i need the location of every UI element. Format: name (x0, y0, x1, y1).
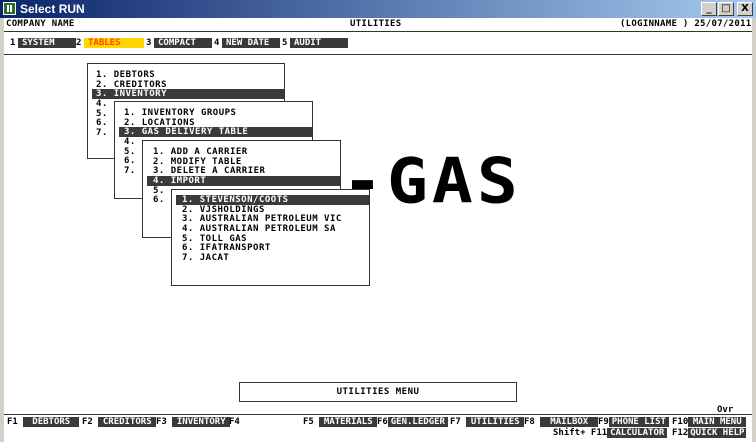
fkey-f4[interactable]: F4 (229, 417, 305, 427)
carrier-item-stevenson-coots[interactable]: 1. STEVENSON/COOTS (176, 195, 369, 205)
footer-divider (4, 414, 752, 415)
close-button[interactable]: X (737, 2, 753, 16)
inventory-item-gas-delivery[interactable]: 3. GAS DELIVERY TABLE (119, 127, 312, 137)
menu-system[interactable]: 1 SYSTEM (10, 38, 76, 48)
menubar-divider (4, 54, 752, 55)
fkey-f12[interactable]: F12 QUICK HELP (672, 428, 747, 438)
inventory-item-6[interactable]: 6. (124, 156, 136, 166)
minimize-button[interactable]: _ (701, 2, 717, 16)
tables-item-7[interactable]: 7. (96, 128, 108, 138)
fkey-f5[interactable]: F5 MATERIALS (303, 417, 378, 427)
fkey-f8[interactable]: F8 MAILBOX (524, 417, 599, 427)
maximize-button[interactable]: □ (718, 2, 734, 16)
fkey-f9[interactable]: F9 PHONE LIST (598, 417, 669, 427)
header-divider (4, 31, 752, 32)
fkey-f1[interactable]: F1 DEBTORS (7, 417, 80, 427)
carrier-item-ap-vic[interactable]: 3. AUSTRALIAN PETROLEUM VIC (182, 214, 342, 224)
gas-item-add-carrier[interactable]: 1. ADD A CARRIER (153, 147, 248, 157)
fkey-f6[interactable]: F6 GEN.LEDGER (377, 417, 448, 427)
inventory-item-4[interactable]: 4. (124, 137, 136, 147)
user-date: (LOGINNAME ) 25/07/2011 (620, 19, 752, 29)
window-title: Select RUN (20, 2, 85, 16)
fkey-f7[interactable]: F7 UTILITIES (450, 417, 525, 427)
fkey-shift-f11[interactable]: Shift+ F11 CALCULATOR (553, 428, 668, 438)
gas-item-import[interactable]: 4. IMPORT (147, 176, 340, 186)
inventory-item-groups[interactable]: 1. INVENTORY GROUPS (124, 108, 236, 118)
fkey-f3[interactable]: F3 INVENTORY (156, 417, 231, 427)
tables-item-4[interactable]: 4. (96, 99, 108, 109)
status-message: UTILITIES MENU (239, 382, 517, 402)
app-icon (3, 2, 16, 15)
screen-title: UTILITIES (350, 19, 402, 29)
carrier-item-ap-sa[interactable]: 4. AUSTRALIAN PETROLEUM SA (182, 224, 336, 234)
carriers-menu: 1. STEVENSON/COOTS 2. VJSHOLDINGS 3. AUS… (171, 189, 370, 286)
company-name: COMPANY NAME (6, 19, 75, 29)
gas-item-delete-carrier[interactable]: 3. DELETE A CARRIER (153, 166, 265, 176)
tables-item-inventory[interactable]: 3. INVENTORY (92, 89, 284, 99)
fkey-f2[interactable]: F2 CREDITORS (82, 417, 157, 427)
gas-item-6[interactable]: 6. (153, 195, 165, 205)
menu-new-date[interactable]: 4 NEW DATE (214, 38, 280, 48)
menu-audit[interactable]: 5 AUDIT (282, 38, 348, 48)
carrier-item-jacat[interactable]: 7. JACAT (182, 253, 229, 263)
window-titlebar: Select RUN _ □ X (0, 0, 756, 18)
carrier-item-ifatransport[interactable]: 6. IFATRANSPORT (182, 243, 271, 253)
inventory-item-7[interactable]: 7. (124, 166, 136, 176)
tables-item-6[interactable]: 6. (96, 118, 108, 128)
terminal-screen: COMPANY NAME UTILITIES (LOGINNAME ) 25/0… (4, 18, 752, 442)
menu-compact[interactable]: 3 COMPACT (146, 38, 212, 48)
tables-item-debtors[interactable]: 1. DEBTORS (96, 70, 155, 80)
fkey-f10[interactable]: F10 MAIN MENU (672, 417, 747, 427)
menu-tables[interactable]: 2 TABLES (76, 38, 144, 48)
